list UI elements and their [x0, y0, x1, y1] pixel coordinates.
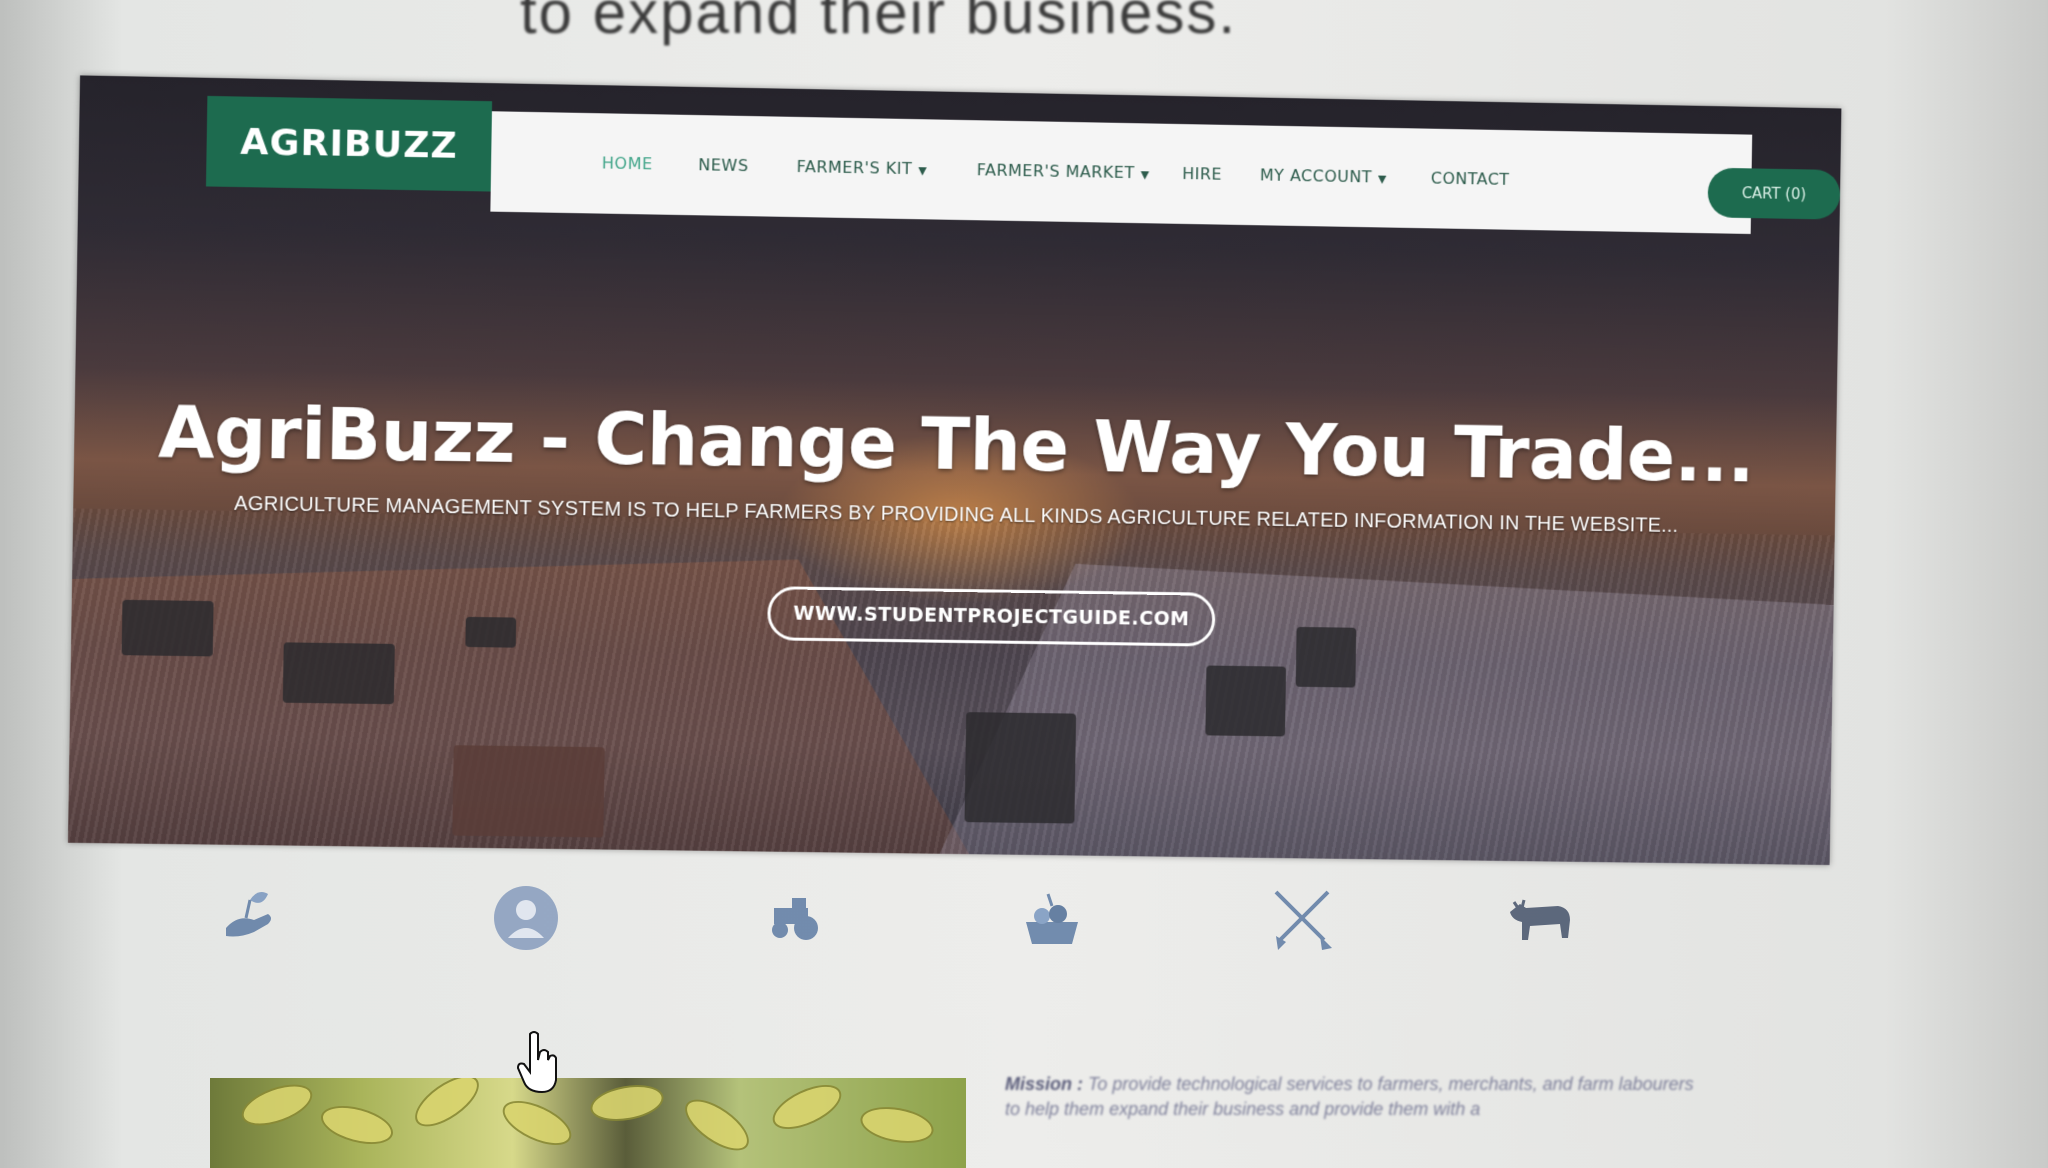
nav-item-contact[interactable]: CONTACT: [1431, 169, 1510, 189]
harvester-vehicle: [1295, 626, 1357, 688]
hand-pointer-cursor-icon: [516, 1031, 557, 1094]
chevron-down-icon: ▼: [1377, 172, 1387, 186]
harvester-vehicle: [465, 616, 517, 648]
background-caption: to expand their business.: [520, 0, 1237, 47]
harvester-vehicle: [452, 745, 605, 838]
nav-item-label: FARMER'S KIT: [796, 156, 913, 179]
cart-button-label: CART (0): [1741, 184, 1807, 204]
site-logo[interactable]: AGRIBUZZ: [205, 95, 493, 192]
nav-item-label: CONTACT: [1430, 168, 1510, 189]
background-caption-text: to expand their business.: [520, 0, 1238, 46]
crossed-tools-icon[interactable]: [1262, 878, 1342, 958]
nav-item-my-account[interactable]: MY ACCOUNT ▼: [1260, 165, 1387, 186]
nav-item-label: FARMER'S MARKET: [976, 160, 1135, 183]
produce-item: [766, 1078, 848, 1139]
tractor-icon[interactable]: [756, 878, 836, 958]
produce-item: [406, 1078, 488, 1137]
nav-item-label: MY ACCOUNT: [1259, 165, 1373, 187]
harvest-basket-icon[interactable]: [1012, 878, 1092, 958]
harvester-vehicle: [1205, 665, 1287, 737]
produce-item: [857, 1101, 937, 1149]
mission-statement: Mission : To provide technological servi…: [1005, 1072, 1705, 1122]
cart-button[interactable]: CART (0): [1707, 167, 1841, 220]
hero-link-button-label: WWW.STUDENTPROJECTGUIDE.COM: [793, 602, 1190, 631]
nav-item-label: HIRE: [1182, 163, 1223, 184]
mission-label: Mission :: [1005, 1074, 1084, 1094]
nav-item-label: HOME: [601, 153, 653, 174]
nav-item-label: NEWS: [698, 155, 749, 176]
farming-hand-icon[interactable]: [210, 878, 290, 958]
produce-item: [676, 1089, 758, 1161]
nav-item-news[interactable]: NEWS: [698, 155, 749, 175]
produce-item: [587, 1079, 667, 1127]
produce-item: [236, 1078, 318, 1134]
chevron-down-icon: ▼: [918, 164, 928, 178]
hero-link-button[interactable]: WWW.STUDENTPROJECTGUIDE.COM: [767, 586, 1216, 647]
nav-item-hire[interactable]: HIRE: [1182, 164, 1222, 184]
farmer-avatar-icon[interactable]: [486, 878, 566, 958]
chevron-down-icon: ▼: [1140, 168, 1150, 182]
harvester-vehicle: [964, 712, 1077, 824]
harvester-vehicle: [121, 599, 214, 657]
nav-item-farmers-kit[interactable]: FARMER'S KIT ▼: [796, 157, 927, 178]
site-logo-text: AGRIBUZZ: [240, 121, 459, 167]
harvester-vehicle: [282, 642, 395, 705]
feature-icons-row: [0, 878, 2048, 978]
produce-image: [210, 1078, 966, 1168]
bull-icon[interactable]: [1500, 878, 1580, 958]
nav-item-farmers-market[interactable]: FARMER'S MARKET ▼: [977, 160, 1150, 182]
website-screenshot: AGRIBUZZ HOME NEWS FARMER'S KIT ▼ FARMER'…: [67, 75, 1842, 866]
produce-item: [496, 1091, 578, 1155]
nav-item-home[interactable]: HOME: [602, 153, 653, 173]
mission-text: To provide technological services to far…: [1005, 1074, 1694, 1119]
produce-item: [316, 1099, 398, 1151]
